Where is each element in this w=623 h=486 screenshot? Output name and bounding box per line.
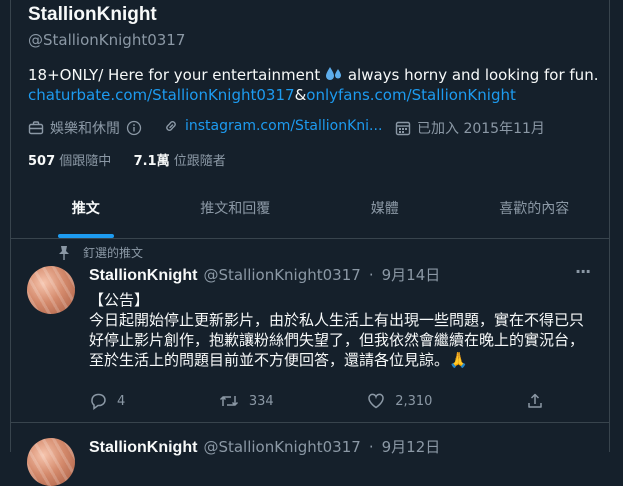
bio-text-b: always horny and looking for fun. (347, 66, 599, 84)
tab-media[interactable]: 媒體 (310, 190, 460, 238)
tab-likes[interactable]: 喜歡的內容 (460, 190, 610, 238)
tweet-body-paragraph: 今日起開始停止更新影片，由於私人生活上有出現一些問題，實在不得已只好停止影片創作… (89, 310, 594, 370)
category-text: 娛樂和休閒 (50, 121, 120, 137)
avatar[interactable] (27, 266, 75, 314)
reply-button[interactable]: 4 (89, 392, 125, 410)
bio-link-onlyfans[interactable]: onlyfans.com/StallionKnight (306, 86, 516, 104)
following-link[interactable]: 507 個跟隨中 (28, 154, 111, 169)
tweet-announcement-tag: 【公告】 (89, 291, 150, 309)
tweet-actions: 4 334 2,310 (89, 392, 544, 410)
tweet-date[interactable]: 9月12日 (382, 436, 441, 457)
reply-count: 4 (117, 393, 126, 409)
tweet-text: 【公告】 今日起開始停止更新影片，由於私人生活上有出現一些問題，實在不得已只好停… (89, 290, 594, 370)
profile-display-name: StallionKnight (28, 4, 157, 25)
profile-counts: 507 個跟隨中 7.1萬 位跟隨者 (28, 150, 226, 169)
like-button[interactable]: 2,310 (367, 392, 432, 410)
tweet-author-name[interactable]: StallionKnight (89, 267, 197, 285)
following-count: 507 (28, 154, 56, 169)
tab-tweets[interactable]: 推文 (11, 190, 161, 238)
bio-ampersand: & (294, 86, 307, 104)
profile-handle: @StallionKnight0317 (28, 31, 185, 49)
pinned-indicator: 釘選的推文 (57, 244, 143, 261)
folded-hands-emoji: 🙏 (449, 351, 468, 369)
bio-text-a: 18+ONLY/ Here for your entertainment (28, 66, 321, 84)
briefcase-icon (28, 120, 44, 136)
website-link[interactable]: instagram.com/StallionKni... (185, 118, 382, 134)
share-icon (526, 392, 544, 410)
tweet-header: StallionKnight @StallionKnight0317 · 9月1… (89, 264, 440, 285)
tweet-dot-separator: · (368, 438, 374, 456)
tweet-author-name[interactable]: StallionKnight (89, 439, 197, 457)
pin-icon (57, 245, 73, 261)
link-icon (163, 118, 179, 134)
sweat-droplets-icon (325, 66, 343, 86)
tweet-dot-separator: · (368, 266, 374, 284)
share-button[interactable] (526, 392, 544, 410)
tweet-author-handle[interactable]: @StallionKnight0317 (203, 438, 360, 456)
tweet-body-text: 今日起開始停止更新影片，由於私人生活上有出現一些問題，實在不得已只好停止影片創作… (89, 311, 585, 369)
tweet-author-handle[interactable]: @StallionKnight0317 (203, 266, 360, 284)
more-options-icon[interactable]: ··· (575, 262, 591, 281)
profile-bio-line2: chaturbate.com/StallionKnight0317&onlyfa… (28, 86, 516, 104)
tab-tweets-and-replies[interactable]: 推文和回覆 (161, 190, 311, 238)
tweet-date[interactable]: 9月14日 (382, 264, 441, 285)
following-label: 個跟隨中 (59, 154, 112, 169)
followers-label: 位跟隨者 (173, 154, 226, 169)
at-symbol: @ (28, 31, 43, 49)
profile-website[interactable]: instagram.com/StallionKni... (163, 118, 382, 134)
tweet-divider (11, 422, 609, 423)
retweet-button[interactable]: 334 (219, 392, 274, 410)
profile-handle-text: StallionKnight0317 (43, 31, 186, 49)
retweet-icon (219, 392, 239, 410)
profile-tabs: 推文 推文和回覆 媒體 喜歡的內容 (11, 190, 609, 239)
avatar[interactable] (27, 438, 75, 486)
heart-icon (367, 392, 385, 410)
info-icon[interactable] (126, 120, 142, 136)
pinned-label: 釘選的推文 (83, 246, 144, 260)
reply-icon (89, 392, 107, 410)
tweet-header: StallionKnight @StallionKnight0317 · 9月1… (89, 436, 440, 457)
retweet-count: 334 (248, 393, 274, 409)
joined-text: 已加入 2015年11月 (417, 121, 545, 137)
profile-category: 娛樂和休閒 (28, 118, 142, 138)
profile-bio-line1: 18+ONLY/ Here for your entertainment alw… (28, 66, 598, 86)
bio-link-chaturbate[interactable]: chaturbate.com/StallionKnight0317 (28, 86, 295, 104)
profile-joined: 已加入 2015年11月 (395, 118, 545, 138)
calendar-icon (395, 120, 411, 136)
followers-link[interactable]: 7.1萬 位跟隨者 (134, 154, 226, 169)
profile-column: StallionKnight @StallionKnight0317 18+ON… (10, 0, 610, 486)
followers-count: 7.1萬 (133, 154, 170, 169)
like-count: 2,310 (395, 393, 433, 409)
